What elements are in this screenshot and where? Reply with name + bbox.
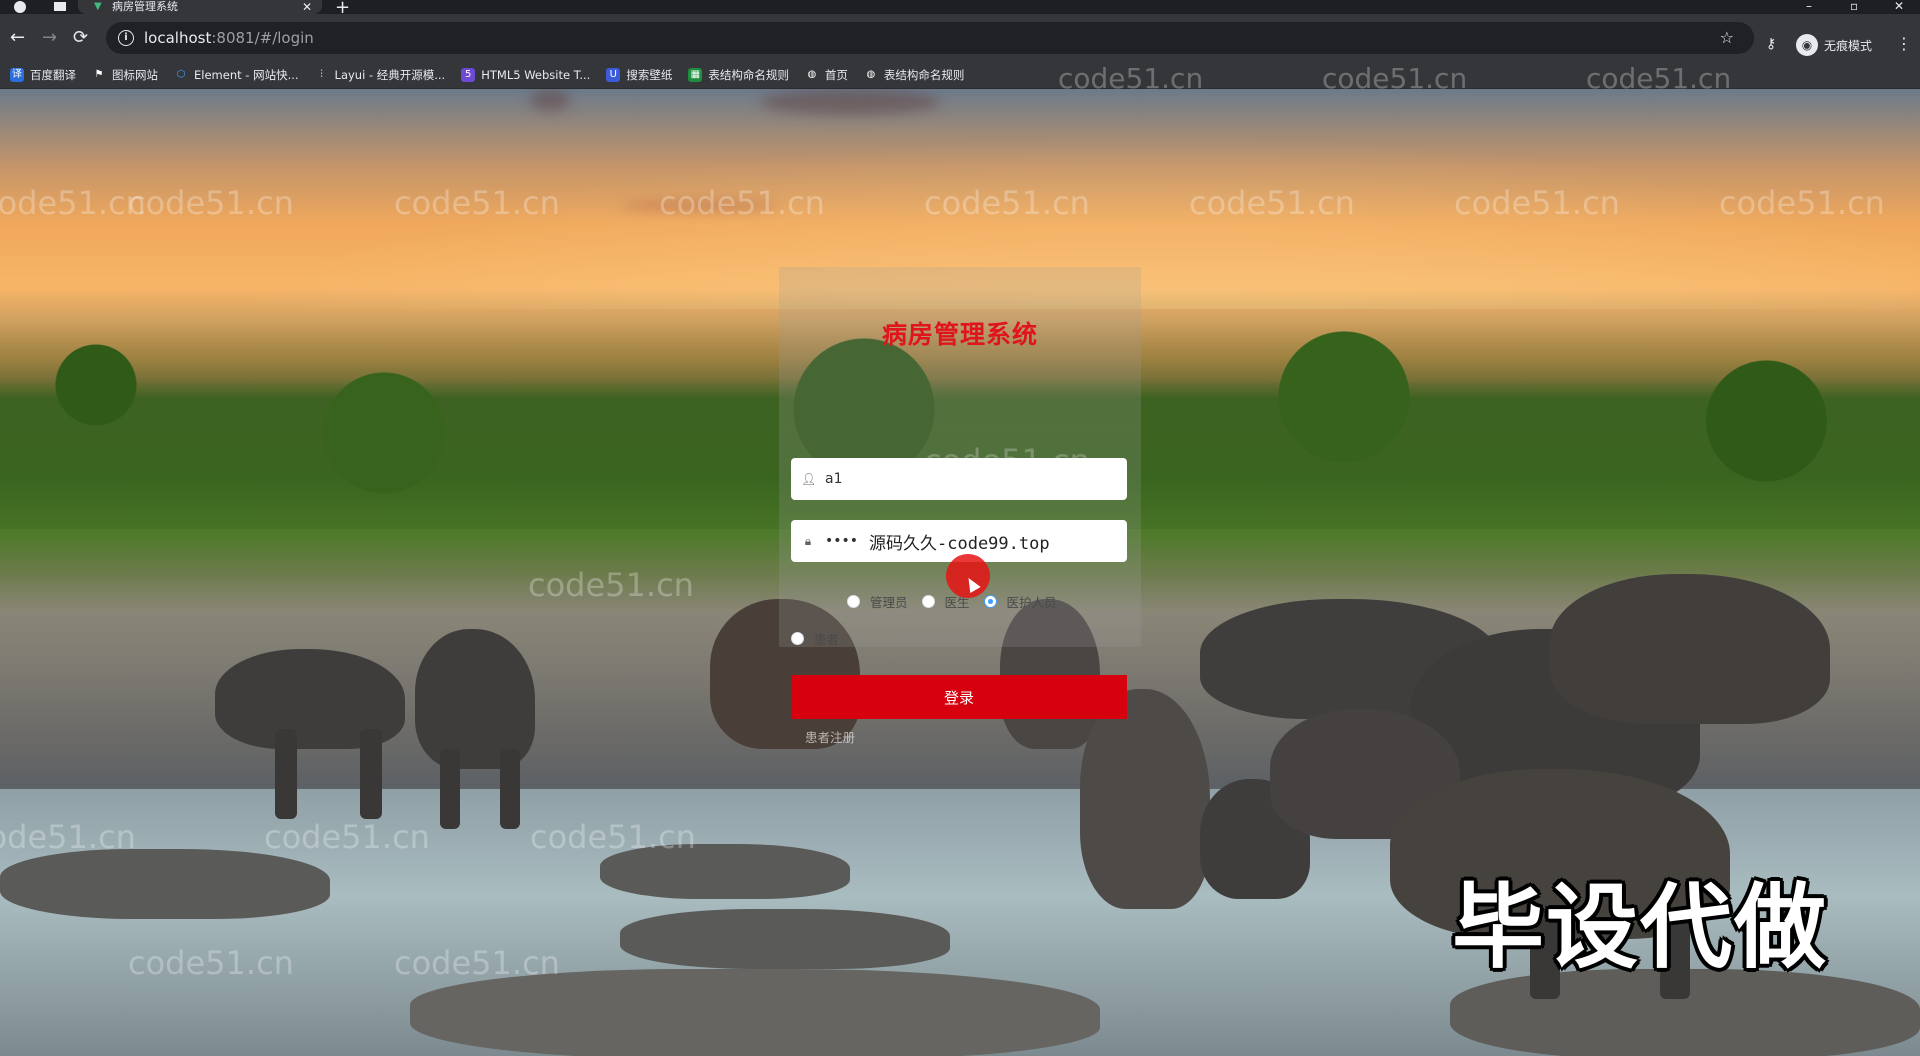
bookmark-item[interactable]: 5 HTML5 Website T...: [461, 68, 590, 82]
role-radio-nurse[interactable]: [983, 595, 997, 608]
password-input[interactable]: [823, 532, 859, 550]
elephant-leg: [500, 749, 520, 829]
cloud: [530, 89, 570, 111]
browser-menu-icon[interactable]: ⋮: [1896, 34, 1912, 53]
user-icon: 👤︎: [801, 472, 817, 486]
bookmark-label: 表结构命名规则: [708, 68, 789, 82]
maximize-icon[interactable]: ▫: [1850, 0, 1858, 12]
role-radio-patient[interactable]: [791, 632, 804, 645]
bookmark-item[interactable]: ⚑ 图标网站: [92, 67, 158, 83]
elephant: [1080, 689, 1210, 909]
bookmark-item[interactable]: ▦ 表结构命名规则: [688, 67, 789, 83]
translate-icon: 译: [10, 68, 24, 82]
bookmark-label: 首页: [824, 68, 848, 82]
bookmark-label: 百度翻译: [30, 68, 76, 82]
bookmark-item[interactable]: U 搜索壁纸: [606, 67, 672, 83]
site-info-icon[interactable]: i: [118, 30, 134, 46]
elephant-leg: [360, 729, 382, 819]
address-bar[interactable]: i localhost :8081/#/login ☆: [106, 22, 1754, 54]
bookmark-item[interactable]: ⫶ Layui - 经典开源模...: [315, 67, 446, 83]
flag-icon: ⚑: [94, 69, 104, 80]
url-path: :8081/#/login: [211, 29, 314, 47]
html5-icon: 5: [461, 68, 476, 82]
login-button[interactable]: 登录: [791, 675, 1127, 719]
elephant-leg: [440, 749, 460, 829]
role-radio-group-row2: 患者: [791, 629, 853, 648]
vue-favicon-icon: ▼: [94, 1, 102, 12]
back-icon[interactable]: ←: [10, 28, 25, 48]
elephant: [415, 629, 535, 769]
bookmark-item[interactable]: ◍ 首页: [805, 67, 848, 83]
bookmark-label: 表结构命名规则: [883, 68, 965, 82]
bookmark-label: Layui - 经典开源模...: [334, 68, 446, 82]
forward-icon[interactable]: →: [42, 28, 57, 48]
table-icon: ▦: [688, 68, 703, 82]
patient-register-link[interactable]: 患者注册: [805, 727, 855, 746]
system-title: 病房管理系统: [881, 320, 1038, 349]
close-window-icon[interactable]: ✕: [1894, 0, 1904, 12]
lock-icon: 🔒︎: [804, 533, 812, 548]
bookmark-label: 图标网站: [112, 68, 158, 82]
role-radio-doctor[interactable]: [921, 595, 935, 608]
reload-icon[interactable]: ⟳: [73, 28, 88, 48]
password-key-icon[interactable]: ⚷: [1766, 36, 1776, 52]
incognito-indicator[interactable]: ◉ 无痕模式: [1796, 34, 1872, 56]
role-label[interactable]: 医护人员: [1007, 592, 1057, 611]
role-radio-admin[interactable]: [847, 595, 860, 608]
element-icon: ⬡: [176, 69, 186, 80]
elephant: [1550, 574, 1830, 724]
browser-toolbar: ← → ⟳ i localhost :8081/#/login ☆ ⚷ ◉ 无痕…: [0, 14, 1920, 62]
chrome-menu-icon[interactable]: [14, 1, 26, 13]
bookmark-star-icon[interactable]: ☆: [1720, 28, 1734, 47]
globe-icon: ◍: [866, 69, 876, 80]
password-overlay-watermark: 源码久久-code99.top: [869, 533, 1050, 554]
tab-strip: ▼ 病房管理系统 ✕ + – ▫ ✕: [0, 0, 1920, 18]
browser-tab[interactable]: ▼ 病房管理系统 ✕: [78, 0, 322, 14]
minimize-icon[interactable]: –: [1806, 0, 1812, 12]
cloud: [760, 89, 940, 115]
bookmark-item[interactable]: 译 百度翻译: [10, 67, 76, 83]
incognito-icon: ◉: [1796, 34, 1818, 56]
bookmark-item[interactable]: ⬡ Element - 网站快...: [174, 67, 299, 83]
elephant-leg: [275, 729, 297, 819]
rock: [600, 844, 850, 899]
username-input[interactable]: [823, 470, 887, 488]
username-field[interactable]: 👤︎: [791, 458, 1127, 500]
tab-close-icon[interactable]: ✕: [302, 0, 312, 14]
rock: [620, 909, 950, 969]
globe-icon: ◍: [807, 69, 817, 80]
bookmark-label: HTML5 Website T...: [481, 68, 591, 82]
rock: [0, 849, 330, 919]
layui-icon: ⫶: [320, 69, 323, 80]
rock: [410, 969, 1100, 1056]
bookmark-label: Element - 网站快...: [194, 68, 299, 82]
role-label[interactable]: 患者: [814, 629, 839, 648]
click-indicator: [946, 554, 990, 598]
bookmark-item[interactable]: ◍ 表结构命名规则: [864, 67, 965, 83]
bookmark-label: 搜索壁纸: [626, 68, 673, 82]
wallpaper-icon: U: [606, 68, 621, 82]
role-label[interactable]: 管理员: [870, 592, 908, 611]
url-host: localhost: [144, 29, 212, 47]
tab-search-icon[interactable]: [54, 2, 66, 11]
promo-overlay-text: 毕设代做: [1452, 874, 1829, 981]
cloud: [620, 201, 780, 211]
tab-title: 病房管理系统: [112, 0, 178, 13]
bookmarks-bar: 译 百度翻译 ⚑ 图标网站 ⬡ Element - 网站快... ⫶ Layui…: [0, 62, 1920, 89]
incognito-label: 无痕模式: [1824, 38, 1873, 53]
